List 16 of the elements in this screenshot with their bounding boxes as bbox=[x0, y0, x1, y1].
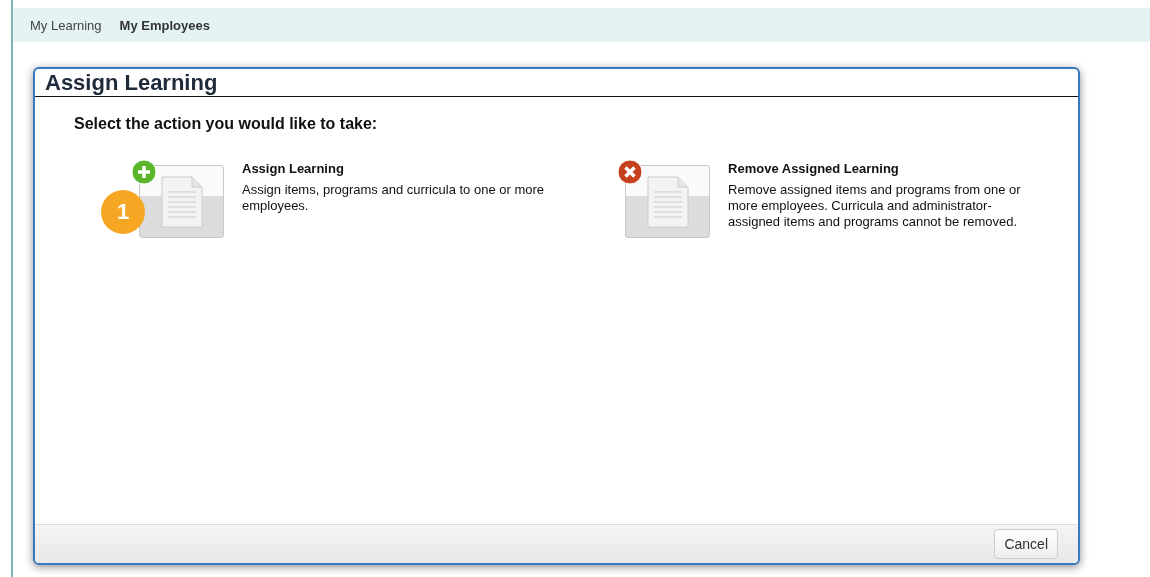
prompt-text: Select the action you would like to take: bbox=[74, 115, 379, 133]
option-title[interactable]: Assign Learning bbox=[242, 161, 344, 177]
dialog-title: Assign Learning bbox=[35, 69, 1078, 97]
document-tile[interactable] bbox=[139, 165, 224, 238]
option-description: Assign items, programs and curricula to one or more employees. bbox=[242, 182, 545, 214]
document-tile[interactable] bbox=[625, 165, 711, 238]
nav-tab[interactable]: My Employees bbox=[110, 17, 219, 33]
document-icon bbox=[646, 175, 689, 228]
option-title[interactable]: Remove Assigned Learning bbox=[728, 161, 899, 177]
cancel-button[interactable]: Cancel bbox=[994, 529, 1058, 559]
step-marker: 1 bbox=[101, 190, 145, 234]
nav-tab[interactable]: My Learning bbox=[21, 17, 111, 33]
plus-icon bbox=[131, 159, 157, 185]
close-icon bbox=[617, 159, 644, 185]
document-icon bbox=[160, 175, 203, 228]
option-description: Remove assigned items and programs from one or more employees. Curricula and administrator-assigned items and programs cannot be removed. bbox=[728, 182, 1022, 230]
